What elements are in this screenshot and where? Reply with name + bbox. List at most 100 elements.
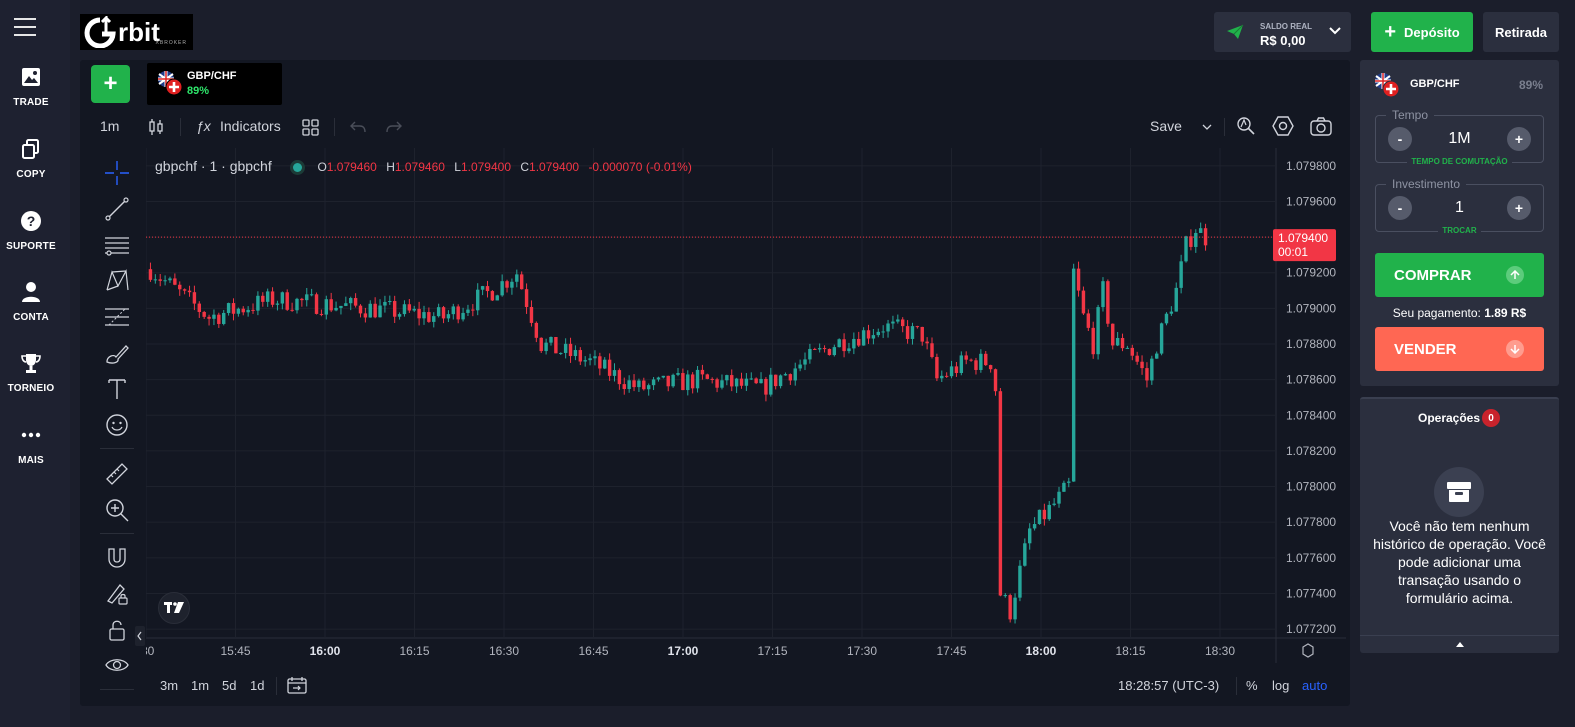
candle-body (261, 295, 265, 302)
time-tick-label: 18:00 (1026, 644, 1057, 658)
collapse-toolbar-icon[interactable] (135, 626, 145, 646)
candle-body (900, 319, 905, 327)
trade-panel: GBP/CHF 89% Tempo - 1M + TEMPO DE COMUTA… (1360, 60, 1559, 386)
ruler-icon[interactable] (104, 461, 130, 487)
redo-icon[interactable] (386, 121, 402, 133)
nav-item-suporte[interactable]: ? SUPORTE (0, 210, 62, 254)
trend-line-icon[interactable] (104, 196, 130, 222)
undo-icon[interactable] (350, 121, 366, 133)
deposit-label: Depósito (1404, 24, 1460, 40)
nav-item-torneio[interactable]: TORNEIO (0, 352, 62, 396)
candle-body (754, 378, 758, 384)
nav-item-copy[interactable]: COPY (0, 138, 62, 182)
candle-body (378, 305, 382, 318)
unlock-icon[interactable] (104, 617, 130, 643)
time-tick-label: 18:30 (1205, 644, 1235, 658)
price-tick-label: 1.078600 (1286, 373, 1336, 387)
candle-body (984, 353, 988, 366)
candle-body (969, 359, 973, 361)
range-1d[interactable]: 1d (250, 678, 264, 693)
candles-icon[interactable] (148, 117, 164, 137)
caret-up-icon (1455, 642, 1464, 647)
candle-body (656, 377, 661, 380)
candle-body (998, 391, 1003, 596)
operations-expand-toggle[interactable] (1360, 635, 1559, 653)
interval-selector[interactable]: 1m (100, 118, 119, 134)
nav-item-trade[interactable]: TRADE (0, 66, 62, 110)
price-tick-label: 1.079200 (1286, 266, 1336, 280)
candle-body (1023, 543, 1027, 566)
time-increase-button[interactable]: + (1507, 127, 1531, 151)
candle-body (305, 294, 309, 301)
fib-icon[interactable] (104, 304, 130, 330)
investment-increase-button[interactable]: + (1507, 196, 1531, 220)
magnet-icon[interactable] (104, 545, 130, 571)
candle-body (573, 350, 578, 357)
pattern-icon[interactable] (104, 268, 130, 294)
candle-body (270, 291, 275, 305)
open-value: 1.079460 (326, 160, 377, 174)
tradingview-logo[interactable] (158, 592, 190, 624)
nav-item-conta[interactable]: CONTA (0, 281, 62, 325)
settings-icon[interactable] (1272, 116, 1294, 136)
percent-scale-toggle[interactable]: % (1246, 678, 1258, 693)
nav-item-label: MAIS (18, 455, 44, 466)
candle-body (778, 375, 783, 387)
axis-settings-icon[interactable] (1302, 643, 1314, 658)
log-scale-toggle[interactable]: log (1272, 678, 1289, 693)
operations-count-badge: 0 (1482, 409, 1500, 427)
text-icon[interactable] (104, 376, 130, 402)
chevron-down-icon[interactable] (1202, 124, 1212, 131)
price-tick-label: 1.077800 (1286, 515, 1336, 529)
indicators-button[interactable]: Indicators (220, 118, 281, 134)
candle-body (852, 338, 856, 349)
crosshair-icon[interactable] (104, 160, 130, 186)
layout-icon[interactable] (302, 119, 319, 136)
investment-hint[interactable]: TROCAR (1438, 226, 1481, 235)
add-asset-button[interactable]: + (91, 65, 130, 103)
sell-button[interactable]: VENDER (1375, 327, 1544, 371)
range-5d[interactable]: 5d (222, 678, 236, 693)
emoji-icon[interactable] (104, 412, 130, 438)
candle-body (1027, 528, 1032, 544)
candle-body (515, 274, 519, 282)
candle-body (505, 281, 509, 288)
zoom-in-icon[interactable] (104, 497, 130, 523)
range-1m[interactable]: 1m (191, 678, 209, 693)
balance-selector[interactable]: SALDO REAL R$ 0,00 (1214, 12, 1351, 52)
candle-body (1052, 503, 1056, 505)
buy-button[interactable]: COMPRAR (1375, 253, 1544, 297)
asset-tab[interactable]: GBP/CHF 89% (147, 63, 282, 105)
menu-icon[interactable] (14, 18, 36, 36)
candle-body (231, 303, 236, 314)
range-3m[interactable]: 3m (160, 678, 178, 693)
candle-body (1120, 337, 1125, 349)
logo[interactable]: rbit XBROKER (80, 14, 193, 50)
calendar-range-icon[interactable] (287, 676, 307, 694)
time-label: Tempo (1386, 108, 1435, 122)
left-nav: TRADE COPY ? SUPORTE CONTA TORNEIO MAIS (0, 0, 70, 727)
candle-body (915, 326, 920, 328)
lock-drawing-icon[interactable] (104, 581, 130, 607)
candle-body (158, 279, 162, 281)
brush-icon[interactable] (104, 340, 130, 366)
candle-body (236, 308, 241, 314)
quick-search-icon[interactable] (1236, 116, 1256, 136)
candle-body (822, 348, 827, 350)
candle-body (197, 303, 201, 312)
nav-item-mais[interactable]: MAIS (0, 424, 62, 468)
deposit-button[interactable]: + Depósito (1371, 12, 1473, 52)
candle-body (441, 307, 446, 319)
horizontal-lines-icon[interactable] (104, 232, 130, 258)
clock-display[interactable]: 18:28:57 (UTC-3) (1118, 678, 1219, 693)
withdraw-button[interactable]: Retirada (1483, 12, 1559, 52)
candle-body (1003, 595, 1007, 597)
candle-body (700, 369, 705, 375)
auto-scale-toggle[interactable]: auto (1302, 678, 1327, 693)
time-hint[interactable]: TEMPO DE COMUTAÇÃO (1407, 157, 1512, 166)
price-chart[interactable]: 1.079800 1.079600 1.079400 1.079200 1.079000… (146, 148, 1346, 663)
candle-body (485, 286, 490, 292)
camera-icon[interactable] (1310, 116, 1332, 136)
save-button[interactable]: Save (1150, 118, 1182, 134)
market-status-dot (293, 163, 303, 172)
